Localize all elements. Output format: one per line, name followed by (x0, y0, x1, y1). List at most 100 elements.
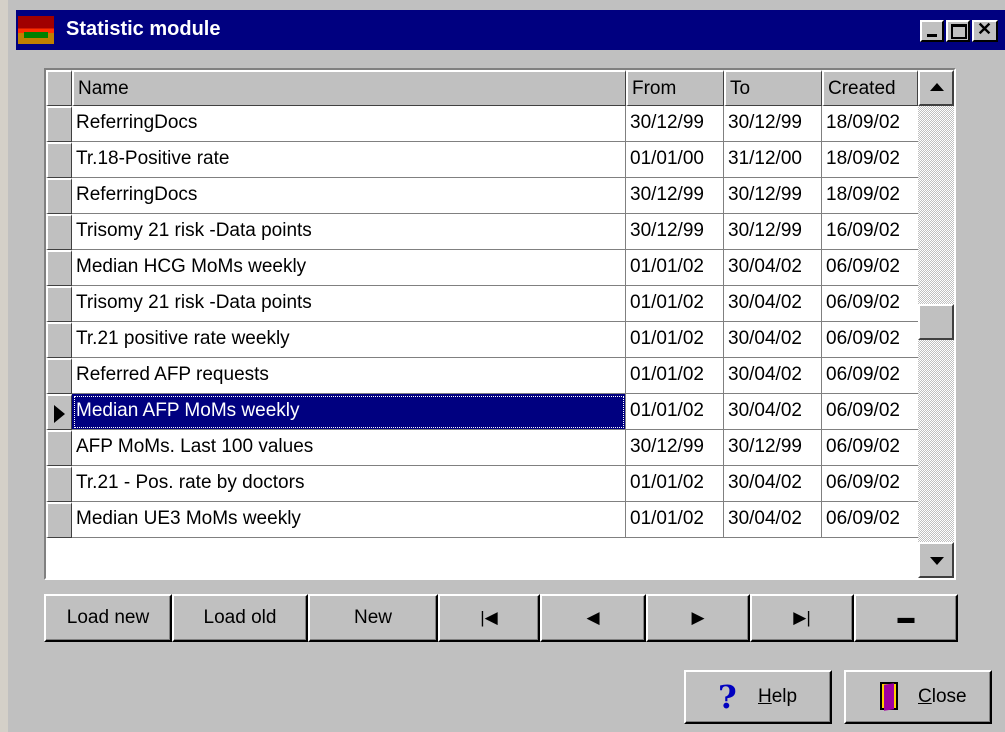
load-old-button[interactable]: Load old (172, 594, 308, 642)
row-indicator[interactable] (46, 394, 72, 430)
cell-from[interactable]: 01/01/02 (626, 466, 724, 502)
cell-created[interactable]: 06/09/02 (822, 322, 918, 358)
table-row[interactable]: ReferringDocs 30/12/99 30/12/99 18/09/02 (46, 106, 918, 142)
column-header-from[interactable]: From (626, 70, 724, 106)
cell-from[interactable]: 30/12/99 (626, 430, 724, 466)
cell-name[interactable]: Median HCG MoMs weekly (72, 250, 626, 286)
cell-created[interactable]: 06/09/02 (822, 250, 918, 286)
close-window-button[interactable] (972, 19, 998, 42)
first-record-button[interactable]: |◀ (438, 594, 540, 642)
cell-to[interactable]: 30/04/02 (724, 466, 822, 502)
cell-created[interactable]: 18/09/02 (822, 178, 918, 214)
cell-name[interactable]: Tr.18-Positive rate (72, 142, 626, 178)
cell-name[interactable]: Tr.21 positive rate weekly (72, 322, 626, 358)
cell-to[interactable]: 30/04/02 (724, 394, 822, 430)
column-header-name[interactable]: Name (72, 70, 626, 106)
cell-name[interactable]: ReferringDocs (72, 178, 626, 214)
cell-to[interactable]: 30/12/99 (724, 106, 822, 142)
cell-from[interactable]: 01/01/02 (626, 358, 724, 394)
title-bar[interactable]: Statistic module (16, 10, 1005, 50)
cell-name[interactable]: Median AFP MoMs weekly (72, 394, 626, 430)
new-button[interactable]: New (308, 594, 438, 642)
cell-name[interactable]: Median UE3 MoMs weekly (72, 502, 626, 538)
cell-to[interactable]: 30/04/02 (724, 358, 822, 394)
column-header-created[interactable]: Created (822, 70, 918, 106)
cell-to[interactable]: 30/04/02 (724, 322, 822, 358)
cell-created[interactable]: 06/09/02 (822, 502, 918, 538)
cell-from[interactable]: 01/01/02 (626, 250, 724, 286)
cell-name[interactable]: AFP MoMs. Last 100 values (72, 430, 626, 466)
row-indicator[interactable] (46, 358, 72, 394)
delete-record-button[interactable]: ▬ (854, 594, 958, 642)
row-indicator[interactable] (46, 250, 72, 286)
row-indicator[interactable] (46, 430, 72, 466)
cell-name[interactable]: Tr.21 - Pos. rate by doctors (72, 466, 626, 502)
cell-from[interactable]: 01/01/02 (626, 322, 724, 358)
cell-from[interactable]: 30/12/99 (626, 214, 724, 250)
scroll-down-button[interactable] (918, 542, 954, 578)
maximize-button[interactable] (946, 20, 970, 42)
cell-name[interactable]: Trisomy 21 risk -Data points (72, 214, 626, 250)
row-indicator[interactable] (46, 178, 72, 214)
grid-body: Name From To Created ReferringDocs 30/12/… (46, 70, 918, 538)
table-row[interactable]: Tr.18-Positive rate 01/01/00 31/12/00 18/09… (46, 142, 918, 178)
cell-created[interactable]: 18/09/02 (822, 142, 918, 178)
cell-to[interactable]: 30/12/99 (724, 214, 822, 250)
close-button[interactable]: Close (844, 670, 992, 724)
cell-created[interactable]: 18/09/02 (822, 106, 918, 142)
cell-from[interactable]: 30/12/99 (626, 178, 724, 214)
table-row[interactable]: Tr.21 - Pos. rate by doctors 01/01/02 30/0… (46, 466, 918, 502)
table-row[interactable]: Median UE3 MoMs weekly 01/01/02 30/04/02 06… (46, 502, 918, 538)
cell-to[interactable]: 30/12/99 (724, 178, 822, 214)
cell-created[interactable]: 06/09/02 (822, 394, 918, 430)
app-icon[interactable] (18, 16, 54, 44)
row-indicator[interactable] (46, 286, 72, 322)
load-new-button[interactable]: Load new (44, 594, 172, 642)
cell-to[interactable]: 31/12/00 (724, 142, 822, 178)
row-indicator[interactable] (46, 322, 72, 358)
table-row[interactable]: Trisomy 21 risk -Data points 01/01/02 30/0… (46, 286, 918, 322)
cell-to[interactable]: 30/04/02 (724, 286, 822, 322)
cell-name[interactable]: Referred AFP requests (72, 358, 626, 394)
cell-created[interactable]: 06/09/02 (822, 358, 918, 394)
vertical-scrollbar[interactable] (918, 70, 954, 578)
cell-name[interactable]: Trisomy 21 risk -Data points (72, 286, 626, 322)
column-header-to[interactable]: To (724, 70, 822, 106)
cell-from[interactable]: 01/01/02 (626, 502, 724, 538)
cell-from[interactable]: 01/01/02 (626, 394, 724, 430)
arrow-down-icon (930, 557, 944, 565)
help-button[interactable]: ? Help (684, 670, 832, 724)
table-row[interactable]: Tr.21 positive rate weekly 01/01/02 30/04/… (46, 322, 918, 358)
cell-name[interactable]: ReferringDocs (72, 106, 626, 142)
cell-created[interactable]: 06/09/02 (822, 286, 918, 322)
cell-from[interactable]: 30/12/99 (626, 106, 724, 142)
close-label: Close (918, 686, 967, 707)
minimize-button[interactable] (920, 20, 944, 42)
cell-from[interactable]: 01/01/00 (626, 142, 724, 178)
cell-created[interactable]: 16/09/02 (822, 214, 918, 250)
cell-to[interactable]: 30/12/99 (724, 430, 822, 466)
statistics-grid[interactable]: Name From To Created ReferringDocs 30/12/… (44, 68, 956, 580)
table-row[interactable]: ReferringDocs 30/12/99 30/12/99 18/09/02 (46, 178, 918, 214)
last-record-button[interactable]: ▶| (750, 594, 854, 642)
row-indicator[interactable] (46, 466, 72, 502)
row-indicator[interactable] (46, 502, 72, 538)
row-indicator[interactable] (46, 106, 72, 142)
prior-record-button[interactable]: ◀ (540, 594, 646, 642)
table-row[interactable]: AFP MoMs. Last 100 values 30/12/99 30/12/9… (46, 430, 918, 466)
scroll-thumb[interactable] (918, 304, 954, 340)
cell-created[interactable]: 06/09/02 (822, 430, 918, 466)
cell-created[interactable]: 06/09/02 (822, 466, 918, 502)
table-row[interactable]: Trisomy 21 risk -Data points 30/12/99 30/1… (46, 214, 918, 250)
row-indicator[interactable] (46, 214, 72, 250)
next-record-button[interactable]: ▶ (646, 594, 750, 642)
table-row[interactable]: Median HCG MoMs weekly 01/01/02 30/04/02 06… (46, 250, 918, 286)
table-row[interactable]: Referred AFP requests 01/01/02 30/04/02 06/… (46, 358, 918, 394)
scroll-up-button[interactable] (918, 70, 954, 106)
door-exit-icon (880, 682, 902, 712)
table-row[interactable]: Median AFP MoMs weekly 01/01/02 30/04/02 06… (46, 394, 918, 430)
row-indicator[interactable] (46, 142, 72, 178)
cell-to[interactable]: 30/04/02 (724, 250, 822, 286)
cell-to[interactable]: 30/04/02 (724, 502, 822, 538)
cell-from[interactable]: 01/01/02 (626, 286, 724, 322)
